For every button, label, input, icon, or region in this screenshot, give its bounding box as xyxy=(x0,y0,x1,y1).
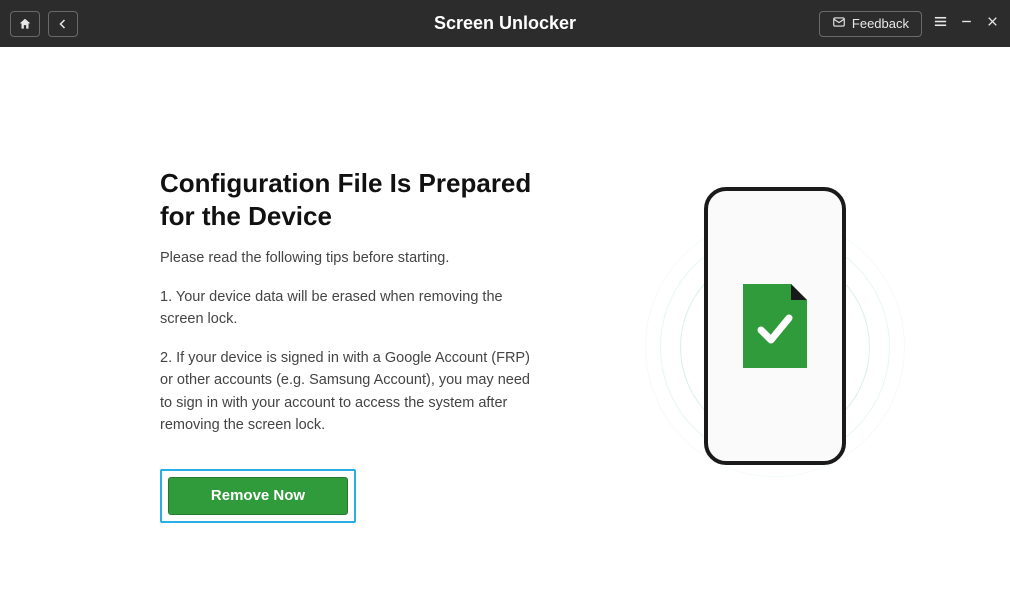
mail-icon xyxy=(832,15,846,32)
home-icon xyxy=(18,17,32,31)
back-button[interactable] xyxy=(48,11,78,37)
hamburger-icon xyxy=(933,14,948,34)
app-title: Screen Unlocker xyxy=(434,13,576,34)
feedback-button[interactable]: Feedback xyxy=(819,11,922,37)
remove-now-button[interactable]: Remove Now xyxy=(168,477,348,515)
right-pane xyxy=(600,167,950,600)
minimize-button[interactable] xyxy=(958,16,974,32)
page-heading: Configuration File Is Prepared for the D… xyxy=(160,167,540,232)
content-area: Configuration File Is Prepared for the D… xyxy=(0,47,1010,600)
close-icon xyxy=(986,15,999,33)
document-check-icon xyxy=(743,284,807,368)
left-pane: Configuration File Is Prepared for the D… xyxy=(160,167,540,600)
titlebar: Screen Unlocker Feedback xyxy=(0,0,1010,47)
home-button[interactable] xyxy=(10,11,40,37)
titlebar-right: Feedback xyxy=(819,11,1000,37)
phone-illustration xyxy=(704,187,846,465)
titlebar-left xyxy=(10,11,78,37)
chevron-left-icon xyxy=(57,18,69,30)
page-subtext: Please read the following tips before st… xyxy=(160,250,540,266)
remove-highlight-box: Remove Now xyxy=(160,469,356,523)
tip-2: 2. If your device is signed in with a Go… xyxy=(160,347,540,437)
tip-1: 1. Your device data will be erased when … xyxy=(160,286,540,331)
minimize-icon xyxy=(960,15,973,33)
menu-button[interactable] xyxy=(932,16,948,32)
close-button[interactable] xyxy=(984,16,1000,32)
feedback-label: Feedback xyxy=(852,16,909,31)
